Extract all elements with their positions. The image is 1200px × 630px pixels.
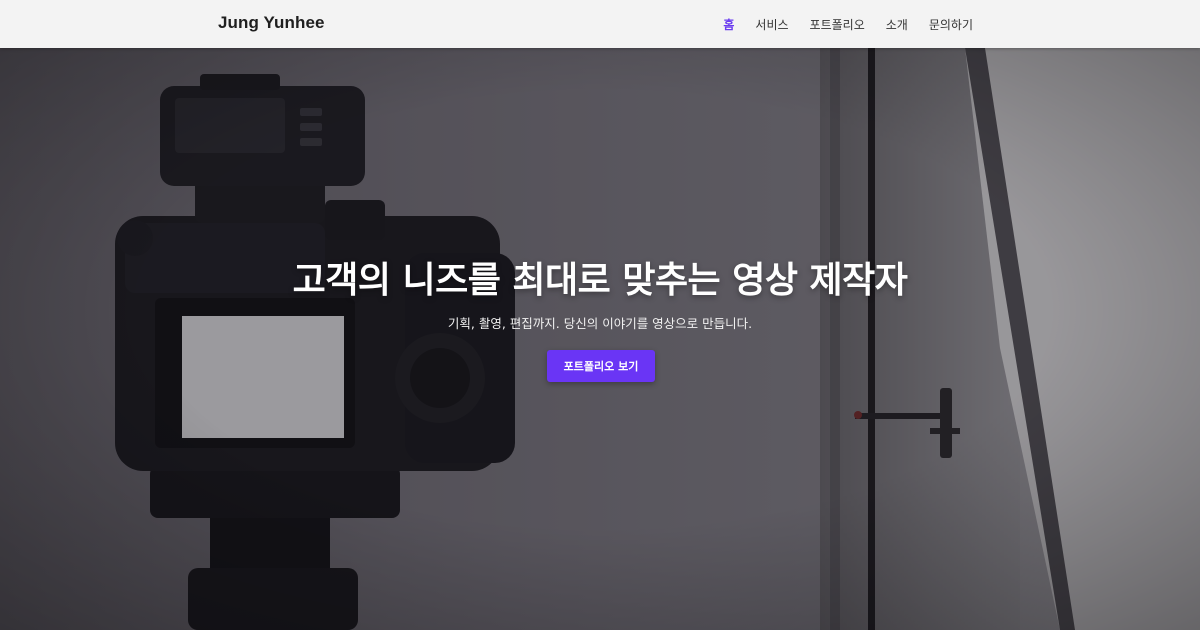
view-portfolio-button[interactable]: 포트폴리오 보기 [547,350,655,382]
nav-item-contact[interactable]: 문의하기 [929,16,973,33]
nav-item-services[interactable]: 서비스 [755,16,788,33]
nav-item-about[interactable]: 소개 [886,16,908,33]
hero-subtitle: 기획, 촬영, 편집까지. 당신의 이야기를 영상으로 만듭니다. [447,316,753,331]
site-header: Jung Yunhee 홈 서비스 포트폴리오 소개 문의하기 [0,0,1200,48]
main-nav: 홈 서비스 포트폴리오 소개 문의하기 [723,16,973,33]
hero-content: 고객의 니즈를 최대로 맞추는 영상 제작자 기획, 촬영, 편집까지. 당신의… [0,48,1200,630]
hero-title: 고객의 니즈를 최대로 맞추는 영상 제작자 [292,260,908,301]
site-logo[interactable]: Jung Yunhee [218,13,325,33]
nav-item-portfolio[interactable]: 포트폴리오 [810,16,865,33]
nav-item-home[interactable]: 홈 [723,16,734,33]
hero-section: 고객의 니즈를 최대로 맞추는 영상 제작자 기획, 촬영, 편집까지. 당신의… [0,48,1200,630]
